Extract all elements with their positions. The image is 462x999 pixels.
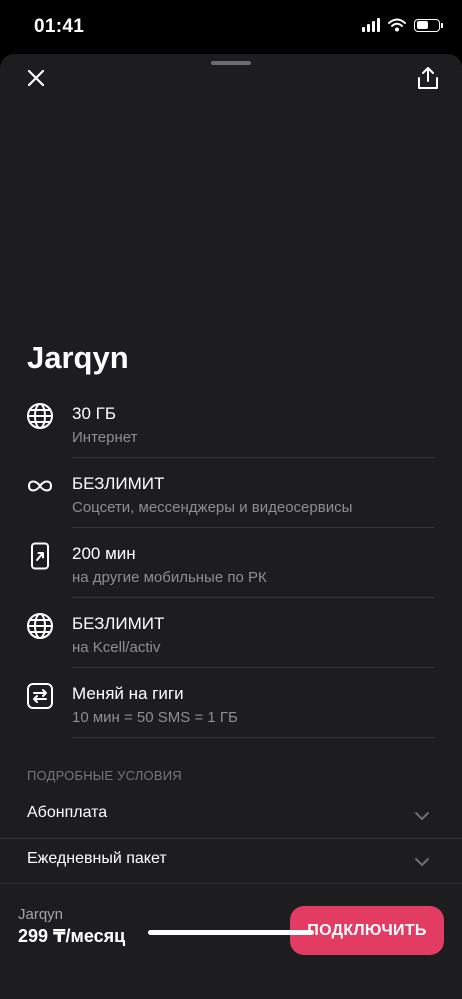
globe-icon — [26, 612, 54, 640]
battery-icon — [414, 18, 443, 32]
accordion-subscription-fee[interactable]: Абонплата — [0, 792, 462, 839]
feature-title: БЕЗЛИМИТ — [72, 614, 165, 633]
feature-subtitle: Интернет — [72, 429, 138, 446]
feature-minutes: 200 мин на другие мобильные по РК — [0, 528, 462, 598]
feature-title: 200 мин — [72, 544, 136, 563]
feature-title: 30 ГБ — [72, 404, 116, 423]
infinity-icon — [26, 472, 54, 500]
sheet-grabber[interactable] — [211, 61, 251, 65]
feature-title: Меняй на гиги — [72, 684, 184, 703]
bottom-plan-name: Jarqyn — [18, 906, 64, 923]
tariff-sheet: Jarqyn 30 ГБ Интернет БЕЗЛИМИТ Соцсети, … — [0, 54, 462, 999]
feature-subtitle: на другие мобильные по РК — [72, 569, 267, 586]
feature-subtitle: 10 мин = 50 SMS = 1 ГБ — [72, 709, 238, 726]
details-section-label: ПОДРОБНЫЕ УСЛОВИЯ — [27, 768, 182, 783]
accordion-daily-package[interactable]: Ежедневный пакет — [0, 838, 462, 885]
feature-subtitle: на Kcell/activ — [72, 639, 161, 656]
feature-exchange: Меняй на гиги 10 мин = 50 SMS = 1 ГБ — [0, 668, 462, 738]
globe-icon — [26, 402, 54, 430]
outgoing-call-icon — [26, 542, 54, 570]
wifi-icon — [388, 18, 406, 32]
feature-social-unlimited: БЕЗЛИМИТ Соцсети, мессенджеры и видеосер… — [0, 458, 462, 528]
feature-list: 30 ГБ Интернет БЕЗЛИМИТ Соцсети, мессенд… — [0, 388, 462, 738]
share-icon — [418, 67, 438, 89]
cellular-signal-icon — [362, 18, 380, 32]
feature-subtitle: Соцсети, мессенджеры и видеосервисы — [72, 499, 353, 516]
accordion-label: Абонплата — [27, 804, 108, 821]
swap-icon — [26, 682, 54, 710]
plan-title: Jarqyn — [27, 340, 129, 375]
battery-fill — [416, 21, 428, 29]
chevron-down-icon — [415, 858, 429, 866]
accordion-label: Ежедневный пакет — [27, 850, 167, 867]
chevron-down-icon — [415, 812, 429, 820]
status-icons — [362, 18, 443, 32]
share-button[interactable] — [414, 63, 442, 93]
feature-title: БЕЗЛИМИТ — [72, 474, 165, 493]
close-button[interactable] — [22, 64, 50, 92]
close-icon — [27, 69, 45, 87]
bottom-price: 299 ₸/месяц — [18, 926, 126, 946]
status-bar: 01:41 — [0, 0, 462, 54]
bottom-action-bar: Jarqyn 299 ₸/месяц ПОДКЛЮЧИТЬ — [0, 883, 462, 999]
home-indicator[interactable] — [148, 930, 314, 935]
feature-internet: 30 ГБ Интернет — [0, 388, 462, 458]
status-time: 01:41 — [34, 16, 85, 37]
feature-onnet-unlimited: БЕЗЛИМИТ на Kcell/activ — [0, 598, 462, 668]
